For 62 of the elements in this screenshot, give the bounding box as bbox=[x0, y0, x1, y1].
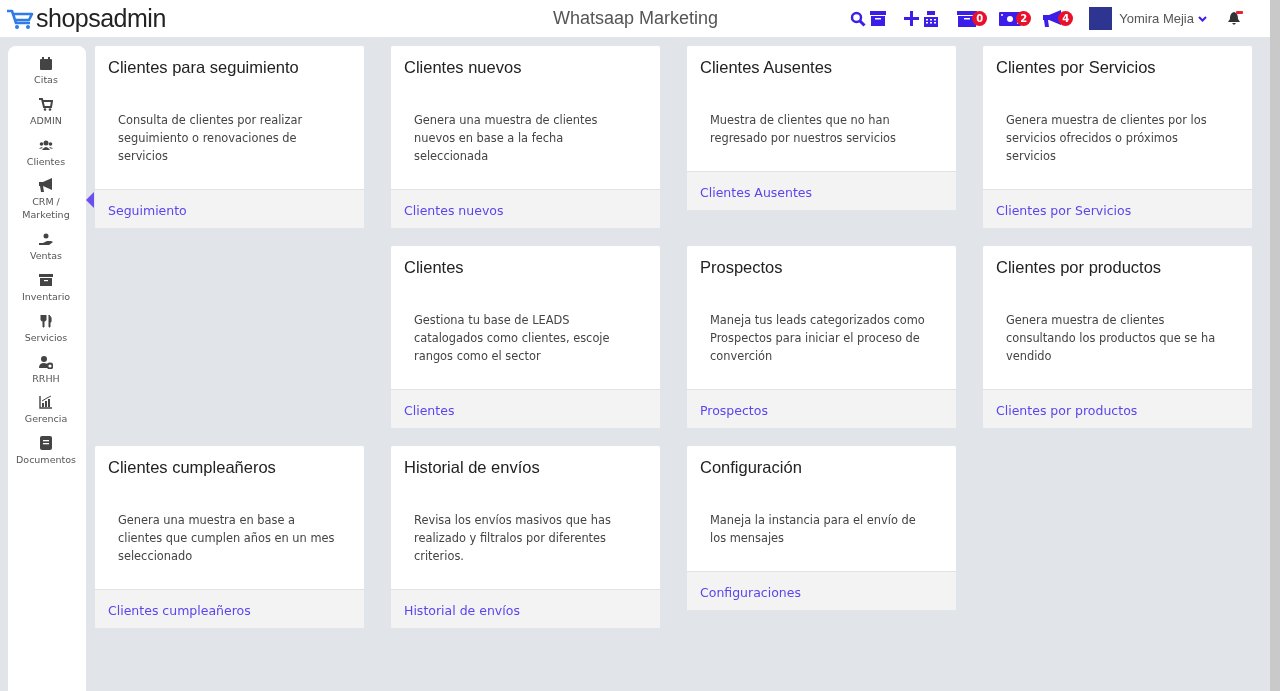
cash-register-icon[interactable] bbox=[923, 10, 940, 27]
plus-icon[interactable] bbox=[904, 11, 920, 26]
card-title: Clientes para seguimiento bbox=[108, 58, 300, 77]
card-title: Clientes por productos bbox=[996, 258, 1163, 277]
card-link[interactable]: Clientes nuevos bbox=[404, 203, 504, 218]
sidebar-item[interactable]: RRHH bbox=[10, 354, 94, 386]
chart-icon bbox=[39, 395, 53, 410]
card-link[interactable]: Clientes Ausentes bbox=[700, 185, 813, 200]
card-description: Genera una muestra en base a clientes que cumplen años en un mes seleccionado bbox=[118, 512, 336, 565]
card-description: Genera muestra de clientes consultando los productos que se ha vendido bbox=[1006, 312, 1217, 365]
count-badge: 2 bbox=[1016, 11, 1032, 26]
card-link[interactable]: Clientes cumpleañeros bbox=[108, 603, 251, 618]
sidebar-item[interactable]: Ventas bbox=[10, 232, 94, 263]
user-gear-icon bbox=[39, 354, 53, 369]
sidebar-item[interactable]: Gerencia bbox=[10, 395, 94, 427]
card-description: Consulta de clientes por realizar seguimiento o renovaciones de servicios bbox=[118, 112, 304, 165]
utensils-icon bbox=[39, 313, 53, 328]
card-description: Maneja la instancia para el envío de los mensajes bbox=[710, 512, 917, 547]
hand-coin-icon bbox=[39, 232, 53, 247]
sidebar-item[interactable]: Citas bbox=[10, 56, 94, 87]
card-description: Genera muestra de clientes por los servicios ofrecidos o próximos servicios bbox=[1006, 112, 1208, 165]
sidebar-item[interactable]: Clientes bbox=[10, 137, 94, 169]
card-description: Gestiona tu base de LEADS catalogados como clientes, escoje rangos como el sector bbox=[414, 312, 611, 365]
archive-icon bbox=[39, 272, 53, 287]
logo-text: shopsadmin bbox=[36, 4, 166, 33]
cart-icon bbox=[39, 96, 53, 111]
calendar-icon bbox=[39, 56, 53, 70]
card-link[interactable]: Configuraciones bbox=[700, 585, 801, 600]
card-title: Clientes bbox=[404, 258, 465, 277]
megaphone-icon bbox=[39, 178, 53, 193]
card-link[interactable]: Seguimiento bbox=[108, 203, 187, 218]
cart-icon bbox=[6, 7, 34, 30]
card-title: Prospectos bbox=[700, 258, 784, 277]
card-title: Clientes Ausentes bbox=[700, 58, 834, 77]
card-description: Genera una muestra de clientes nuevos en base a la fecha seleccionada bbox=[414, 112, 599, 165]
count-badge: 4 bbox=[1058, 11, 1074, 26]
user-name[interactable]: Yomira Mejia bbox=[1119, 11, 1194, 26]
card-description: Maneja tus leads categorizados como Prospectos para iniciar el proceso de converción bbox=[710, 312, 926, 365]
card-link[interactable]: Prospectos bbox=[700, 403, 768, 418]
card-link[interactable]: Historial de envíos bbox=[404, 603, 520, 618]
book-icon bbox=[39, 436, 53, 451]
card-title: Clientes por Servicios bbox=[996, 58, 1157, 77]
avatar-image bbox=[1089, 7, 1113, 30]
card-description: Muestra de clientes que no han regresado por nuestros servicios bbox=[710, 112, 897, 147]
sidebar-item[interactable]: Inventario bbox=[10, 272, 94, 304]
card-link[interactable]: Clientes por Servicios bbox=[996, 203, 1132, 218]
card-title: Configuración bbox=[700, 458, 803, 477]
megaphone-icon[interactable] bbox=[1043, 10, 1064, 27]
card-title: Clientes nuevos bbox=[404, 58, 523, 77]
page-title: Whatsaap Marketing bbox=[553, 8, 719, 29]
archive-icon[interactable] bbox=[870, 11, 887, 26]
card-title: Clientes cumpleañeros bbox=[108, 458, 277, 477]
sidebar-item[interactable]: ADMIN bbox=[10, 96, 94, 128]
sidebar-item[interactable]: Servicios bbox=[10, 313, 94, 345]
bell-icon[interactable] bbox=[1227, 11, 1243, 26]
search-icon[interactable] bbox=[850, 10, 867, 27]
chevron-down-icon[interactable] bbox=[1198, 15, 1207, 22]
card-link[interactable]: Clientes bbox=[404, 403, 455, 418]
card-title: Historial de envíos bbox=[404, 458, 541, 477]
card-description: Revisa los envíos masivos que has realizado y filtralos por diferentes criterios. bbox=[414, 512, 612, 565]
card-link[interactable]: Clientes por productos bbox=[996, 403, 1138, 418]
sidebar-item[interactable]: Documentos bbox=[10, 436, 94, 467]
